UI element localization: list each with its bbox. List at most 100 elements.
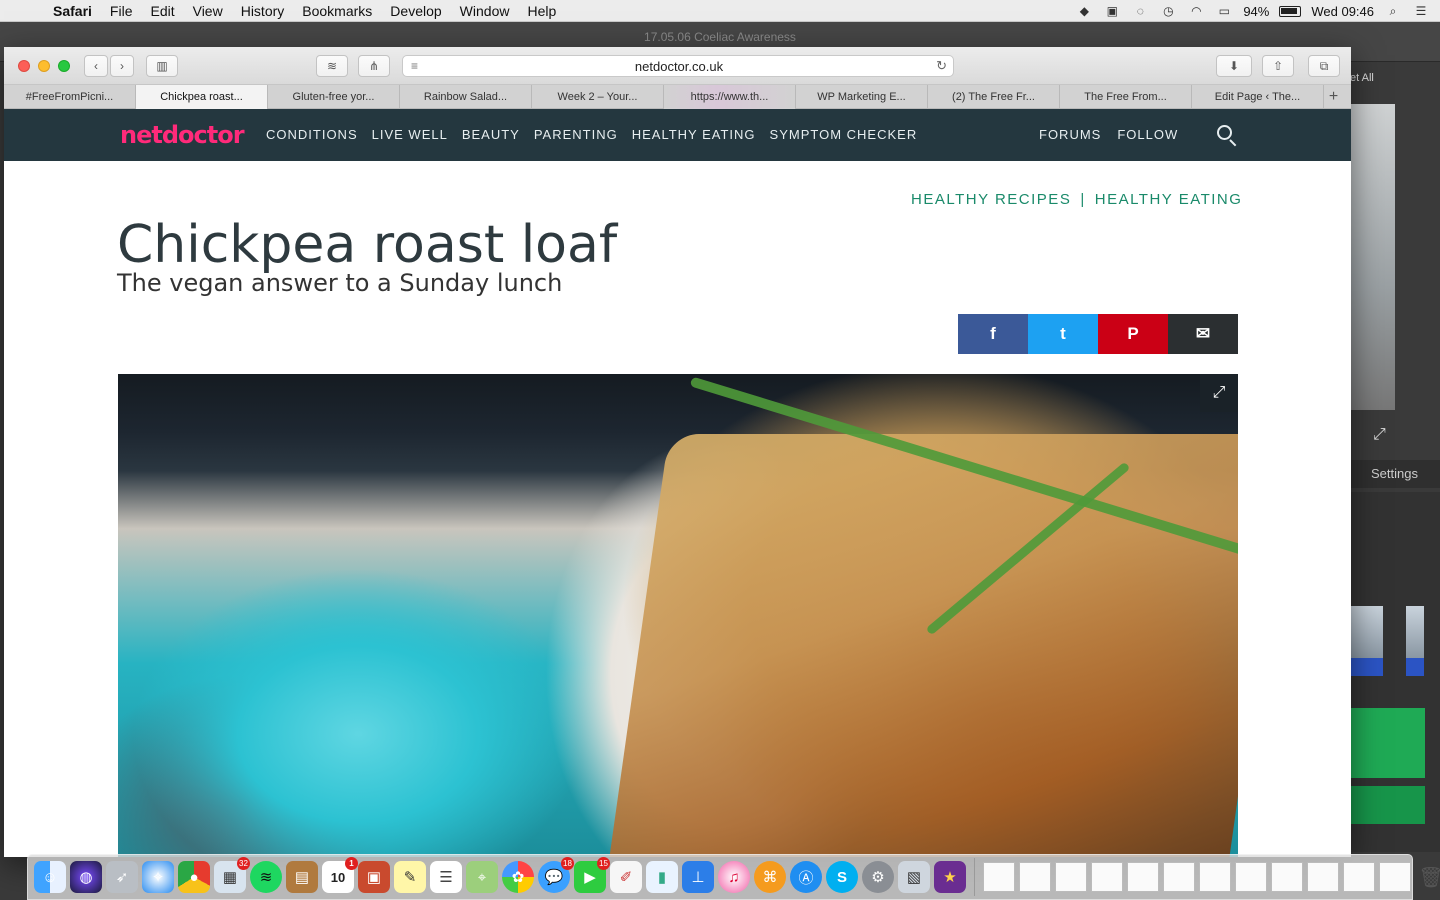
reload-icon[interactable]: ↻ <box>936 58 947 74</box>
preview-icon[interactable]: ▧ <box>898 861 930 893</box>
video-editor-icon[interactable]: ▣ <box>358 861 390 893</box>
forward-button[interactable]: › <box>110 55 134 77</box>
dock-document[interactable] <box>1199 862 1231 892</box>
nav-beauty[interactable]: BEAUTY <box>462 127 520 142</box>
finder-icon[interactable]: ☺ <box>34 861 66 893</box>
dock-document[interactable] <box>983 862 1015 892</box>
menu-history[interactable]: History <box>232 3 294 19</box>
spotify-icon[interactable]: ≋ <box>250 861 282 893</box>
notification-center-icon[interactable]: ☰ <box>1412 4 1430 18</box>
breadcrumb-healthy-eating[interactable]: HEALTHY EATING <box>1095 191 1243 208</box>
dock-document[interactable] <box>1307 862 1339 892</box>
nav-follow[interactable]: FOLLOW <box>1117 127 1178 142</box>
trash-icon[interactable]: 🗑 <box>1415 861 1440 893</box>
back-button[interactable]: ‹ <box>84 55 108 77</box>
battery-icon[interactable] <box>1279 5 1302 17</box>
calendar-icon[interactable]: 10 1 <box>322 857 358 893</box>
close-window-button[interactable] <box>18 60 30 72</box>
facetime-icon[interactable]: ▶ 15 <box>574 857 610 893</box>
share-twitter-button[interactable]: t <box>1028 314 1098 354</box>
tab-item[interactable]: Rainbow Salad... <box>400 85 532 109</box>
settings-button[interactable]: Settings <box>1371 466 1418 481</box>
tab-item[interactable]: WP Marketing E... <box>796 85 928 109</box>
tab-item[interactable]: (2) The Free Fr... <box>928 85 1060 109</box>
fullscreen-window-button[interactable] <box>58 60 70 72</box>
chrome-icon[interactable]: ● <box>178 861 210 893</box>
menu-bookmarks[interactable]: Bookmarks <box>293 3 381 19</box>
spotlight-search-icon[interactable]: ⌕ <box>1384 4 1402 18</box>
nav-healthy-eating[interactable]: HEALTHY EATING <box>632 127 756 142</box>
keynote-icon[interactable]: ⊥ <box>682 861 714 893</box>
battery-percent[interactable]: 94% <box>1243 4 1269 19</box>
tab-overview-button[interactable]: ⧉ <box>1308 55 1340 77</box>
timeline-clip[interactable] <box>1406 606 1424 676</box>
reminders-icon[interactable]: ☰ <box>430 861 462 893</box>
wifi-icon[interactable]: ◠ <box>1187 4 1205 18</box>
menu-view[interactable]: View <box>184 3 232 19</box>
messages-icon[interactable]: 💬 18 <box>538 857 574 893</box>
system-preferences-icon[interactable]: ⚙ <box>862 861 894 893</box>
audio-clip[interactable] <box>1351 786 1425 824</box>
siri-icon[interactable]: ◍ <box>70 861 102 893</box>
dock-document[interactable] <box>1055 862 1087 892</box>
search-icon[interactable] <box>1216 124 1238 147</box>
time-machine-icon[interactable]: ◷ <box>1159 4 1177 18</box>
dock-document[interactable] <box>1235 862 1267 892</box>
airplay-icon[interactable]: ▭ <box>1215 4 1233 18</box>
tab-item[interactable]: Week 2 – Your... <box>532 85 664 109</box>
menu-window[interactable]: Window <box>451 3 519 19</box>
expand-image-button[interactable]: ⤢ <box>1200 374 1238 412</box>
dropbox-icon[interactable]: ◆ <box>1075 4 1093 18</box>
nav-conditions[interactable]: CONDITIONS <box>266 127 358 142</box>
pages-icon[interactable]: ✐ <box>610 861 642 893</box>
notes-icon[interactable]: ✎ <box>394 861 426 893</box>
menu-edit[interactable]: Edit <box>141 3 183 19</box>
dock-document[interactable] <box>1271 862 1303 892</box>
itunes-icon[interactable]: ♫ <box>718 861 750 893</box>
menu-help[interactable]: Help <box>518 3 565 19</box>
share-button[interactable]: ⇧ <box>1262 55 1294 77</box>
safari-icon[interactable]: ✧ <box>142 861 174 893</box>
imovie-icon[interactable]: ★ <box>934 861 966 893</box>
photos-app-icon[interactable]: ▦ 32 <box>214 857 250 893</box>
share-facebook-button[interactable]: f <box>958 314 1028 354</box>
nav-forums[interactable]: FORUMS <box>1039 127 1101 142</box>
extension-button[interactable]: ⋔ <box>358 55 390 77</box>
numbers-icon[interactable]: ▮ <box>646 861 678 893</box>
site-logo[interactable]: netdoctor <box>120 121 245 149</box>
menu-file[interactable]: File <box>101 3 142 19</box>
share-email-button[interactable]: ✉ <box>1168 314 1238 354</box>
sync-icon[interactable]: ◌ <box>1131 4 1149 18</box>
clock[interactable]: Wed 09:46 <box>1311 4 1374 19</box>
tab-item[interactable]: #FreeFromPicni... <box>4 85 136 109</box>
contacts-icon[interactable]: ▤ <box>286 861 318 893</box>
shield-icon[interactable]: ▣ <box>1103 4 1121 18</box>
dock-document[interactable] <box>1091 862 1123 892</box>
dock-document[interactable] <box>1379 862 1411 892</box>
app-store-icon[interactable]: Ⓐ <box>790 861 822 893</box>
tab-item[interactable]: The Free From... <box>1060 85 1192 109</box>
layers-button[interactable]: ≋ <box>316 55 348 77</box>
dock-document[interactable] <box>1343 862 1375 892</box>
minimize-window-button[interactable] <box>38 60 50 72</box>
ibooks-icon[interactable]: ⌘ <box>754 861 786 893</box>
tab-item[interactable]: Edit Page ‹ The... <box>1192 85 1324 109</box>
audio-clip[interactable] <box>1351 708 1425 778</box>
tab-item[interactable]: https://www.th... <box>664 85 796 109</box>
sidebar-button[interactable]: ▥ <box>146 55 178 77</box>
nav-symptom-checker[interactable]: SYMPTOM CHECKER <box>770 127 918 142</box>
nav-live-well[interactable]: LIVE WELL <box>372 127 448 142</box>
share-pinterest-button[interactable]: P <box>1098 314 1168 354</box>
downloads-button[interactable]: ⬇ <box>1216 55 1252 77</box>
dock-document[interactable] <box>1127 862 1159 892</box>
see-all-link[interactable]: et All <box>1350 72 1374 84</box>
maps-icon[interactable]: ⌖ <box>466 861 498 893</box>
tab-item[interactable]: Gluten-free yor... <box>268 85 400 109</box>
tab-item-active[interactable]: Chickpea roast... <box>136 85 268 109</box>
launchpad-icon[interactable]: ➶ <box>106 861 138 893</box>
dock-document[interactable] <box>1019 862 1051 892</box>
new-tab-button[interactable]: + <box>1324 85 1343 109</box>
menu-app-name[interactable]: Safari <box>44 3 101 19</box>
timeline-clip[interactable] <box>1351 606 1383 676</box>
menu-develop[interactable]: Develop <box>381 3 450 19</box>
